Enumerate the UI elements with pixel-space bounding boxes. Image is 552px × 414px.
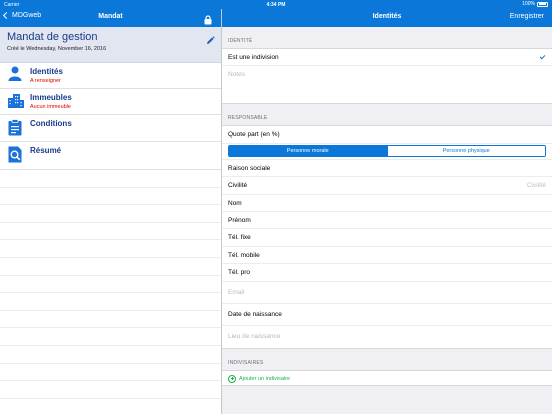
battery-indicator: 100% (522, 1, 548, 7)
menu-item-conditions[interactable]: Conditions (0, 115, 221, 142)
indivision-label: Est une indivision (228, 54, 279, 61)
add-indivisaire-label: Ajouter un indivisaire (239, 375, 291, 382)
tel-pro-field[interactable]: Tél. pro (222, 264, 552, 282)
menu-item-resume[interactable]: Résumé (0, 142, 221, 170)
person-type-segmented-control: Personne morale Personne physique (222, 144, 552, 160)
save-button[interactable]: Enregistrer (510, 13, 544, 20)
menu-item-status: A renseigner (30, 78, 61, 84)
master-nav-title: Mandat (98, 13, 123, 20)
tel-fixe-field[interactable]: Tél. fixe (222, 229, 552, 247)
master-pane: Mandat de gestion Créé le Wednesday, Nov… (0, 27, 221, 414)
person-icon (8, 66, 22, 87)
menu-item-status: Aucun immeuble (30, 104, 71, 110)
notes-field[interactable]: Notes (222, 66, 552, 103)
segment-personne-physique[interactable]: Personne physique (386, 145, 545, 156)
mandat-created-date: Créé le Wednesday, November 16, 2016 (7, 46, 107, 52)
menu-item-identites[interactable]: Identités A renseigner (0, 63, 221, 89)
raison-sociale-field[interactable]: Raison sociale (222, 160, 552, 178)
email-field[interactable]: Email (222, 282, 552, 304)
section-header-responsable: RESPONSABLE (228, 115, 268, 122)
detail-nav-title: Identités (372, 13, 402, 20)
menu-item-label: Résumé (30, 146, 62, 155)
date-naissance-field[interactable]: Date de naissance (222, 304, 552, 326)
battery-percent: 100% (522, 1, 535, 7)
menu-item-label: Identités (30, 67, 63, 76)
civilite-placeholder: Civilité (526, 182, 546, 190)
notes-placeholder: Notes (228, 71, 245, 79)
menu-item-immeubles[interactable]: Immeubles Aucun immeuble (0, 89, 221, 115)
quote-part-field[interactable]: Quote part (en %) (222, 126, 552, 144)
add-indivisaire-button[interactable]: Ajouter un indivisaire (222, 369, 552, 386)
pencil-icon[interactable] (206, 32, 215, 50)
menu-item-label: Immeubles (30, 93, 72, 102)
status-time: 4:34 PM (266, 1, 286, 8)
buildings-icon (8, 94, 24, 113)
clipboard-icon (8, 119, 22, 141)
indivision-row[interactable]: Est une indivision (222, 49, 552, 67)
detail-nav-bar: Identités Enregistrer (222, 9, 552, 27)
segment-personne-morale[interactable]: Personne morale (229, 145, 387, 156)
civilite-field[interactable]: Civilité Civilité (222, 177, 552, 195)
mandat-title: Mandat de gestion (7, 31, 98, 43)
section-header-indivisaires: INDIVISAIRES (228, 359, 264, 366)
magnifier-document-icon (8, 146, 23, 168)
status-bar: Carrier 4:34 PM 100% (0, 0, 552, 9)
add-circle-icon (228, 374, 236, 383)
nom-field[interactable]: Nom (222, 195, 552, 212)
mandat-header: Mandat de gestion Créé le Wednesday, Nov… (0, 27, 221, 63)
empty-list-rows (0, 170, 221, 414)
tel-mobile-field[interactable]: Tél. mobile (222, 247, 552, 265)
battery-icon (537, 1, 548, 7)
section-header-identite: IDENTITÉ (228, 38, 253, 44)
checkmark-icon (539, 53, 546, 60)
identite-group: Est une indivision Notes (222, 48, 552, 105)
lieu-naissance-field[interactable]: Lieu de naissance (222, 326, 552, 348)
prenom-field[interactable]: Prénom (222, 212, 552, 230)
detail-pane: IDENTITÉ Est une indivision Notes RESPON… (222, 27, 552, 414)
responsable-group: Quote part (en %) Personne morale Person… (222, 125, 552, 349)
master-nav-bar: MDGweb Mandat (0, 9, 221, 27)
menu-item-label: Conditions (30, 119, 72, 128)
